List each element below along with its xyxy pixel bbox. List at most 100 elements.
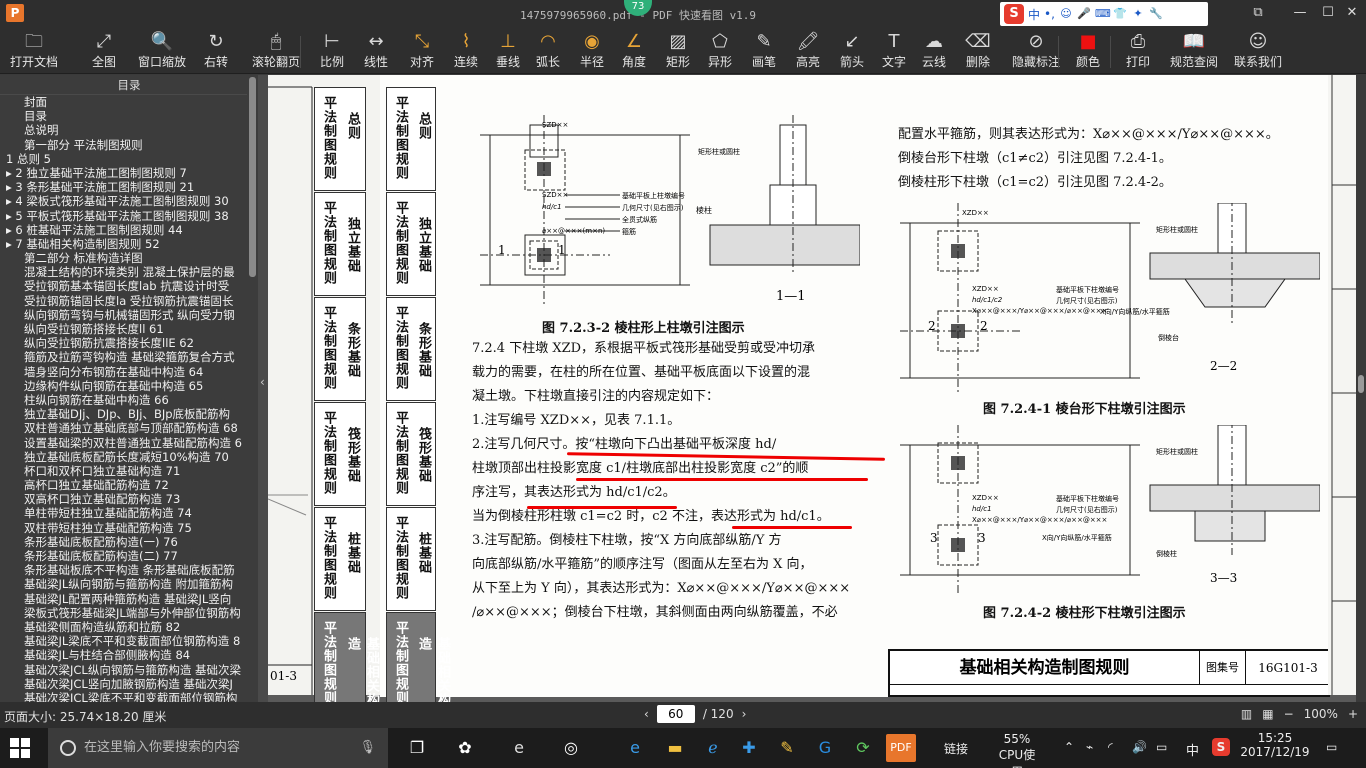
ime-mode[interactable]: 中 [1028,6,1040,23]
tools-icon[interactable]: ✦ [1131,7,1145,21]
restore-icon[interactable]: ⧉ [1248,4,1268,22]
toc-item[interactable]: 第一部分 平法制图规则 [0,138,258,152]
toc-item[interactable]: 基础梁JL梁底不平和变截面部位钢筋构造 8 [0,634,258,648]
toc-item[interactable]: 柱纵向钢筋在基础中构造 66 [0,393,258,407]
sogou-icon[interactable]: S [1004,4,1024,24]
task-view-icon[interactable]: ❐ [402,734,432,762]
document-viewer[interactable]: 01-3 平法制图规则 总则 平法制图规则 独立基础 平法制图规则 条形基础 平法制图规则筏… [268,75,1356,702]
sidebar-splitter[interactable]: ‹ [258,75,268,702]
main-page-tab-2[interactable]: 平法制图规则 条形基础 [386,297,436,401]
wrench-icon[interactable]: 🔧 [1149,7,1163,21]
next-page-icon[interactable]: › [742,707,747,721]
toc-item[interactable]: ▸ 3 条形基础平法施工图制图规则 21 [0,180,258,194]
toc-item[interactable]: 高杯口独立基础配筋构造 72 [0,478,258,492]
toolbar-eraser-button[interactable]: ⌫ 删除 [958,30,998,72]
toolbar-rectangle-area-button[interactable]: ▨ 矩形 [658,30,698,72]
toc-item[interactable]: ▸ 5 平板式筏形基础平法施工图制图规则 38 [0,209,258,223]
wifi-icon[interactable]: ◜ [1108,740,1113,754]
notification-center-icon[interactable]: ▭ [1326,740,1337,754]
toolbar-folder-button[interactable]: 🗀 打开文档 [4,30,64,72]
viewer-scroll-thumb[interactable] [1358,375,1364,393]
microphone-icon[interactable]: 🎙 [359,728,376,768]
toc-item[interactable]: 基础梁侧面构造纵筋和拉筋 82 [0,620,258,634]
prev-page-icon[interactable]: ‹ [644,707,649,721]
toc-item[interactable]: 边缘构件纵向钢筋在基础中构造 65 [0,379,258,393]
toolbar-printer-button[interactable]: ⎙ 打印 [1118,30,1158,72]
mic-icon[interactable]: 🎤 [1077,7,1091,21]
notes-app-icon[interactable]: ✎ [772,734,802,762]
pinwheel-app-icon[interactable]: ✿ [450,734,480,762]
zoom-out-icon[interactable]: − [1284,707,1294,721]
360-browser-icon[interactable]: ◎ [556,734,586,762]
toc-item[interactable]: 双柱普通独立基础底部与顶部配筋构造 68 [0,421,258,435]
minimize-button[interactable]: — [1290,4,1310,22]
fit-width-icon[interactable]: ▦ [1262,707,1273,721]
zoom-in-icon[interactable]: + [1348,707,1358,721]
sogou-tray-icon[interactable]: S [1212,738,1230,756]
toc-item[interactable]: 杯口和双杯口独立基础构造 71 [0,464,258,478]
toolbar-arc-length-button[interactable]: ◠ 弧长 [528,30,568,72]
toc-item[interactable]: 封面 [0,95,258,109]
toc-item[interactable]: 1 总则 5 [0,152,258,166]
toolbar-color-swatch-button[interactable]: ■ 颜色 [1068,30,1108,72]
toc-item[interactable]: 第二部分 标准构造详图 [0,251,258,265]
toolbar-highlight-button[interactable]: 🖍 高亮 [788,30,828,72]
skin-icon[interactable]: 👕 [1113,7,1127,21]
main-page-tab-1[interactable]: 平法制图规则 独立基础 [386,192,436,296]
collapse-chevron-icon[interactable]: ‹ [260,375,265,389]
toc-item[interactable]: 纵向钢筋弯钩与机械锚固形式 纵向受力钢 [0,308,258,322]
fit-page-icon[interactable]: ▥ [1241,707,1252,721]
toc-item[interactable]: 条形基础底板配筋构造(二) 77 [0,549,258,563]
toolbar-rotate-right-button[interactable]: ↻ 右转 [196,30,236,72]
toc-item[interactable]: 基础次梁JCL竖向加腋钢筋构造 基础次梁J [0,677,258,691]
toc-scroll-thumb[interactable] [249,77,256,277]
toolbar-perpendicular-button[interactable]: ⊥ 垂线 [488,30,528,72]
left-page-tab-3[interactable]: 平法制图规则 筏形基础 [314,402,366,506]
app-plus-icon[interactable]: ✚ [734,734,764,762]
edge-icon[interactable]: e [504,734,534,762]
close-button[interactable]: ✕ [1342,4,1362,22]
ime-punct[interactable]: •, [1044,7,1055,21]
windows-start-icon[interactable] [10,738,30,758]
toc-item[interactable]: 墙身竖向分布钢筋在基础中构造 64 [0,365,258,379]
tray-chevron-icon[interactable]: ⌃ [1064,740,1074,754]
main-page-tab-4[interactable]: 平法制图规则 桩基础 [386,507,436,611]
taskbar-search-box[interactable]: 在这里输入你要搜索的内容 🎙 [48,728,388,768]
toc-item[interactable]: 基础梁JL与柱结合部侧腋构造 84 [0,648,258,662]
toolbar-polygon-area-button[interactable]: ⬠ 异形 [700,30,740,72]
toc-item[interactable]: 双柱带短柱独立基础配筋构造 75 [0,521,258,535]
toolbar-text-button[interactable]: T 文字 [874,30,914,72]
clock[interactable]: 15:25 2017/12/19 [1240,731,1310,759]
toolbar-scale-button[interactable]: ⊢ 比例 [312,30,352,72]
toc-item[interactable]: 箍筋及拉筋弯钩构造 基础梁箍筋复合方式 [0,350,258,364]
cpu-usage[interactable]: 55% CPU使用 [994,732,1040,768]
emoji-icon[interactable]: ☺ [1059,7,1073,21]
ime-toolbar[interactable]: S 中 •, ☺ 🎤 ⌨ 👕 ✦ 🔧 [1000,2,1208,26]
toc-item[interactable]: 混凝土结构的环境类别 混凝土保护层的最 [0,265,258,279]
g-app-icon[interactable]: G [810,734,840,762]
toolbar-fit-all-button[interactable]: ⤢ 全图 [84,30,124,72]
toolbar-contact-button[interactable]: ☺ 联系我们 [1226,30,1290,72]
toc-item[interactable]: 双高杯口独立基础配筋构造 73 [0,492,258,506]
toolbar-cloud-line-button[interactable]: ☁ 云线 [914,30,954,72]
battery-icon[interactable]: ▭ [1156,740,1167,754]
left-page-tab-4[interactable]: 平法制图规则 桩基础 [314,507,366,611]
toc-item[interactable]: 条形基础板底不平构造 条形基础底板配筋 [0,563,258,577]
network-icon[interactable]: ⌁ [1086,740,1093,754]
toc-item[interactable]: ▸ 4 梁板式筏形基础平法施工图制图规则 30 [0,194,258,208]
viewer-scrollbar[interactable] [1356,75,1366,702]
edge-browser-icon[interactable]: e [620,734,650,762]
file-explorer-icon[interactable]: ▬ [660,734,690,762]
toc-item[interactable]: 纵向受拉钢筋抗震搭接长度llE 62 [0,336,258,350]
tray-link-label[interactable]: 链接 [944,740,968,757]
toolbar-radius-button[interactable]: ◉ 半径 [572,30,612,72]
toc-item[interactable]: 受拉钢筋锚固长度la 受拉钢筋抗震锚固长 [0,294,258,308]
toc-scrollbar[interactable] [247,75,258,702]
red-markup-line-2[interactable] [576,478,868,481]
toc-item[interactable]: 独立基础底板配筋长度减短10%构造 70 [0,450,258,464]
toc-item[interactable]: 基础次梁JCL纵向钢筋与箍筋构造 基础次梁 [0,663,258,677]
toc-item[interactable]: 梁板式筏形基础梁JL端部与外伸部位钢筋构 [0,606,258,620]
toc-item[interactable]: 基础梁JL配置两种箍筋构造 基础梁JL竖向 [0,592,258,606]
toc-item[interactable]: 独立基础DJj、DJp、BJj、BJp底板配筋构 [0,407,258,421]
toc-item[interactable]: 基础梁JL纵向钢筋与箍筋构造 附加箍筋构 [0,577,258,591]
